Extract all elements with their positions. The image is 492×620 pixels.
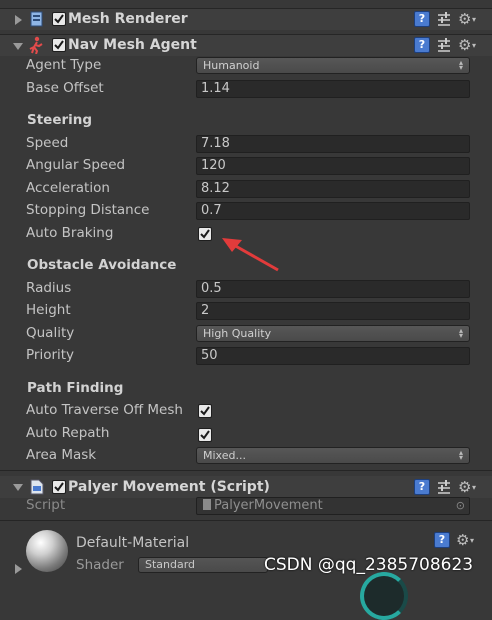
preset-sliders-icon[interactable] <box>436 37 452 53</box>
material-preview-sphere <box>26 530 68 572</box>
shader-label: Shader <box>76 557 124 573</box>
priority-field[interactable]: 50 <box>196 347 470 365</box>
help-book-icon[interactable]: ? <box>414 11 430 27</box>
area-mask-value: Mixed... <box>203 449 246 462</box>
foldout-expanded-icon[interactable] <box>13 43 23 50</box>
auto-braking-checkbox[interactable] <box>198 227 212 241</box>
dropdown-arrows-icon: ▴ ▾ <box>458 448 463 462</box>
gear-dropdown-icon: ▾ <box>472 15 477 24</box>
priority-label: Priority <box>26 347 75 363</box>
nav-mesh-agent-title: Nav Mesh Agent <box>68 37 197 53</box>
player-movement-enabled-checkbox[interactable] <box>52 480 66 494</box>
agent-type-value: Humanoid <box>203 59 260 72</box>
nav-mesh-agent-header[interactable]: Nav Mesh Agent ? ⚙ ▾ <box>0 34 492 56</box>
speed-label: Speed <box>26 135 69 151</box>
radius-label: Radius <box>26 280 72 296</box>
mesh-renderer-title: Mesh Renderer <box>68 11 188 27</box>
auto-repath-label: Auto Repath <box>26 425 110 441</box>
quality-value: High Quality <box>203 327 272 340</box>
base-offset-label: Base Offset <box>26 80 104 96</box>
shader-value: Standard <box>145 558 196 571</box>
area-mask-dropdown[interactable]: Mixed... ▴ ▾ <box>196 447 470 464</box>
script-field[interactable]: PalyerMovement ⊙ <box>196 497 470 515</box>
dropdown-arrows-icon: ▴ ▾ <box>458 58 463 72</box>
annotation-arrow-icon <box>218 232 284 274</box>
gear-dropdown-icon: ▾ <box>472 483 477 492</box>
mesh-renderer-enabled-checkbox[interactable] <box>52 12 66 26</box>
auto-traverse-checkbox[interactable] <box>198 404 212 418</box>
foldout-collapsed-icon[interactable] <box>15 15 22 25</box>
auto-braking-label: Auto Braking <box>26 225 114 241</box>
script-asset-icon <box>203 499 211 510</box>
watermark-text: CSDN @qq_2385708623 <box>264 555 474 575</box>
script-label: Script <box>26 497 66 513</box>
agent-type-dropdown[interactable]: Humanoid ▴ ▾ <box>196 57 470 74</box>
loading-ring-icon <box>360 572 408 620</box>
player-movement-header[interactable]: Palyer Movement (Script) ? ⚙ ▾ <box>0 476 492 498</box>
material-name: Default-Material <box>76 535 190 551</box>
gear-dropdown-icon: ▾ <box>470 536 475 545</box>
path-finding-heading: Path Finding <box>27 380 124 396</box>
gear-dropdown-icon: ▾ <box>472 41 477 50</box>
object-picker-icon[interactable]: ⊙ <box>456 498 465 514</box>
quality-label: Quality <box>26 325 75 341</box>
dropdown-arrows-icon: ▴ ▾ <box>458 326 463 340</box>
divider <box>0 520 492 521</box>
help-book-icon[interactable]: ? <box>414 37 430 53</box>
speed-field[interactable]: 7.18 <box>196 135 470 153</box>
nav-mesh-agent-enabled-checkbox[interactable] <box>52 38 66 52</box>
acceleration-field[interactable]: 8.12 <box>196 180 470 198</box>
divider <box>0 470 492 471</box>
area-mask-label: Area Mask <box>26 447 97 463</box>
mesh-renderer-header[interactable]: Mesh Renderer ? ⚙ ▾ <box>0 8 492 30</box>
script-file-icon <box>30 479 44 495</box>
nav-agent-icon <box>28 36 44 55</box>
stopping-distance-label: Stopping Distance <box>26 202 150 218</box>
angular-speed-label: Angular Speed <box>26 157 126 173</box>
height-label: Height <box>26 302 71 318</box>
help-book-icon[interactable]: ? <box>414 479 430 495</box>
auto-traverse-label: Auto Traverse Off Mesh <box>26 402 183 418</box>
help-book-icon[interactable]: ? <box>434 532 450 548</box>
radius-field[interactable]: 0.5 <box>196 280 470 298</box>
foldout-expanded-icon[interactable] <box>13 484 23 491</box>
quality-dropdown[interactable]: High Quality ▴ ▾ <box>196 325 470 342</box>
obstacle-avoidance-heading: Obstacle Avoidance <box>27 257 177 273</box>
preset-sliders-icon[interactable] <box>436 479 452 495</box>
preset-sliders-icon[interactable] <box>436 11 452 27</box>
steering-heading: Steering <box>27 112 93 128</box>
auto-repath-checkbox[interactable] <box>198 428 212 442</box>
material-foldout-icon[interactable] <box>15 564 22 574</box>
acceleration-label: Acceleration <box>26 180 110 196</box>
script-value: PalyerMovement <box>214 498 323 513</box>
mesh-renderer-icon <box>30 11 44 27</box>
base-offset-field[interactable]: 1.14 <box>196 80 470 98</box>
angular-speed-field[interactable]: 120 <box>196 157 470 175</box>
height-field[interactable]: 2 <box>196 302 470 320</box>
player-movement-title: Palyer Movement (Script) <box>68 479 270 495</box>
stopping-distance-field[interactable]: 0.7 <box>196 202 470 220</box>
agent-type-label: Agent Type <box>26 57 102 73</box>
shader-dropdown[interactable]: Standard <box>138 557 268 573</box>
